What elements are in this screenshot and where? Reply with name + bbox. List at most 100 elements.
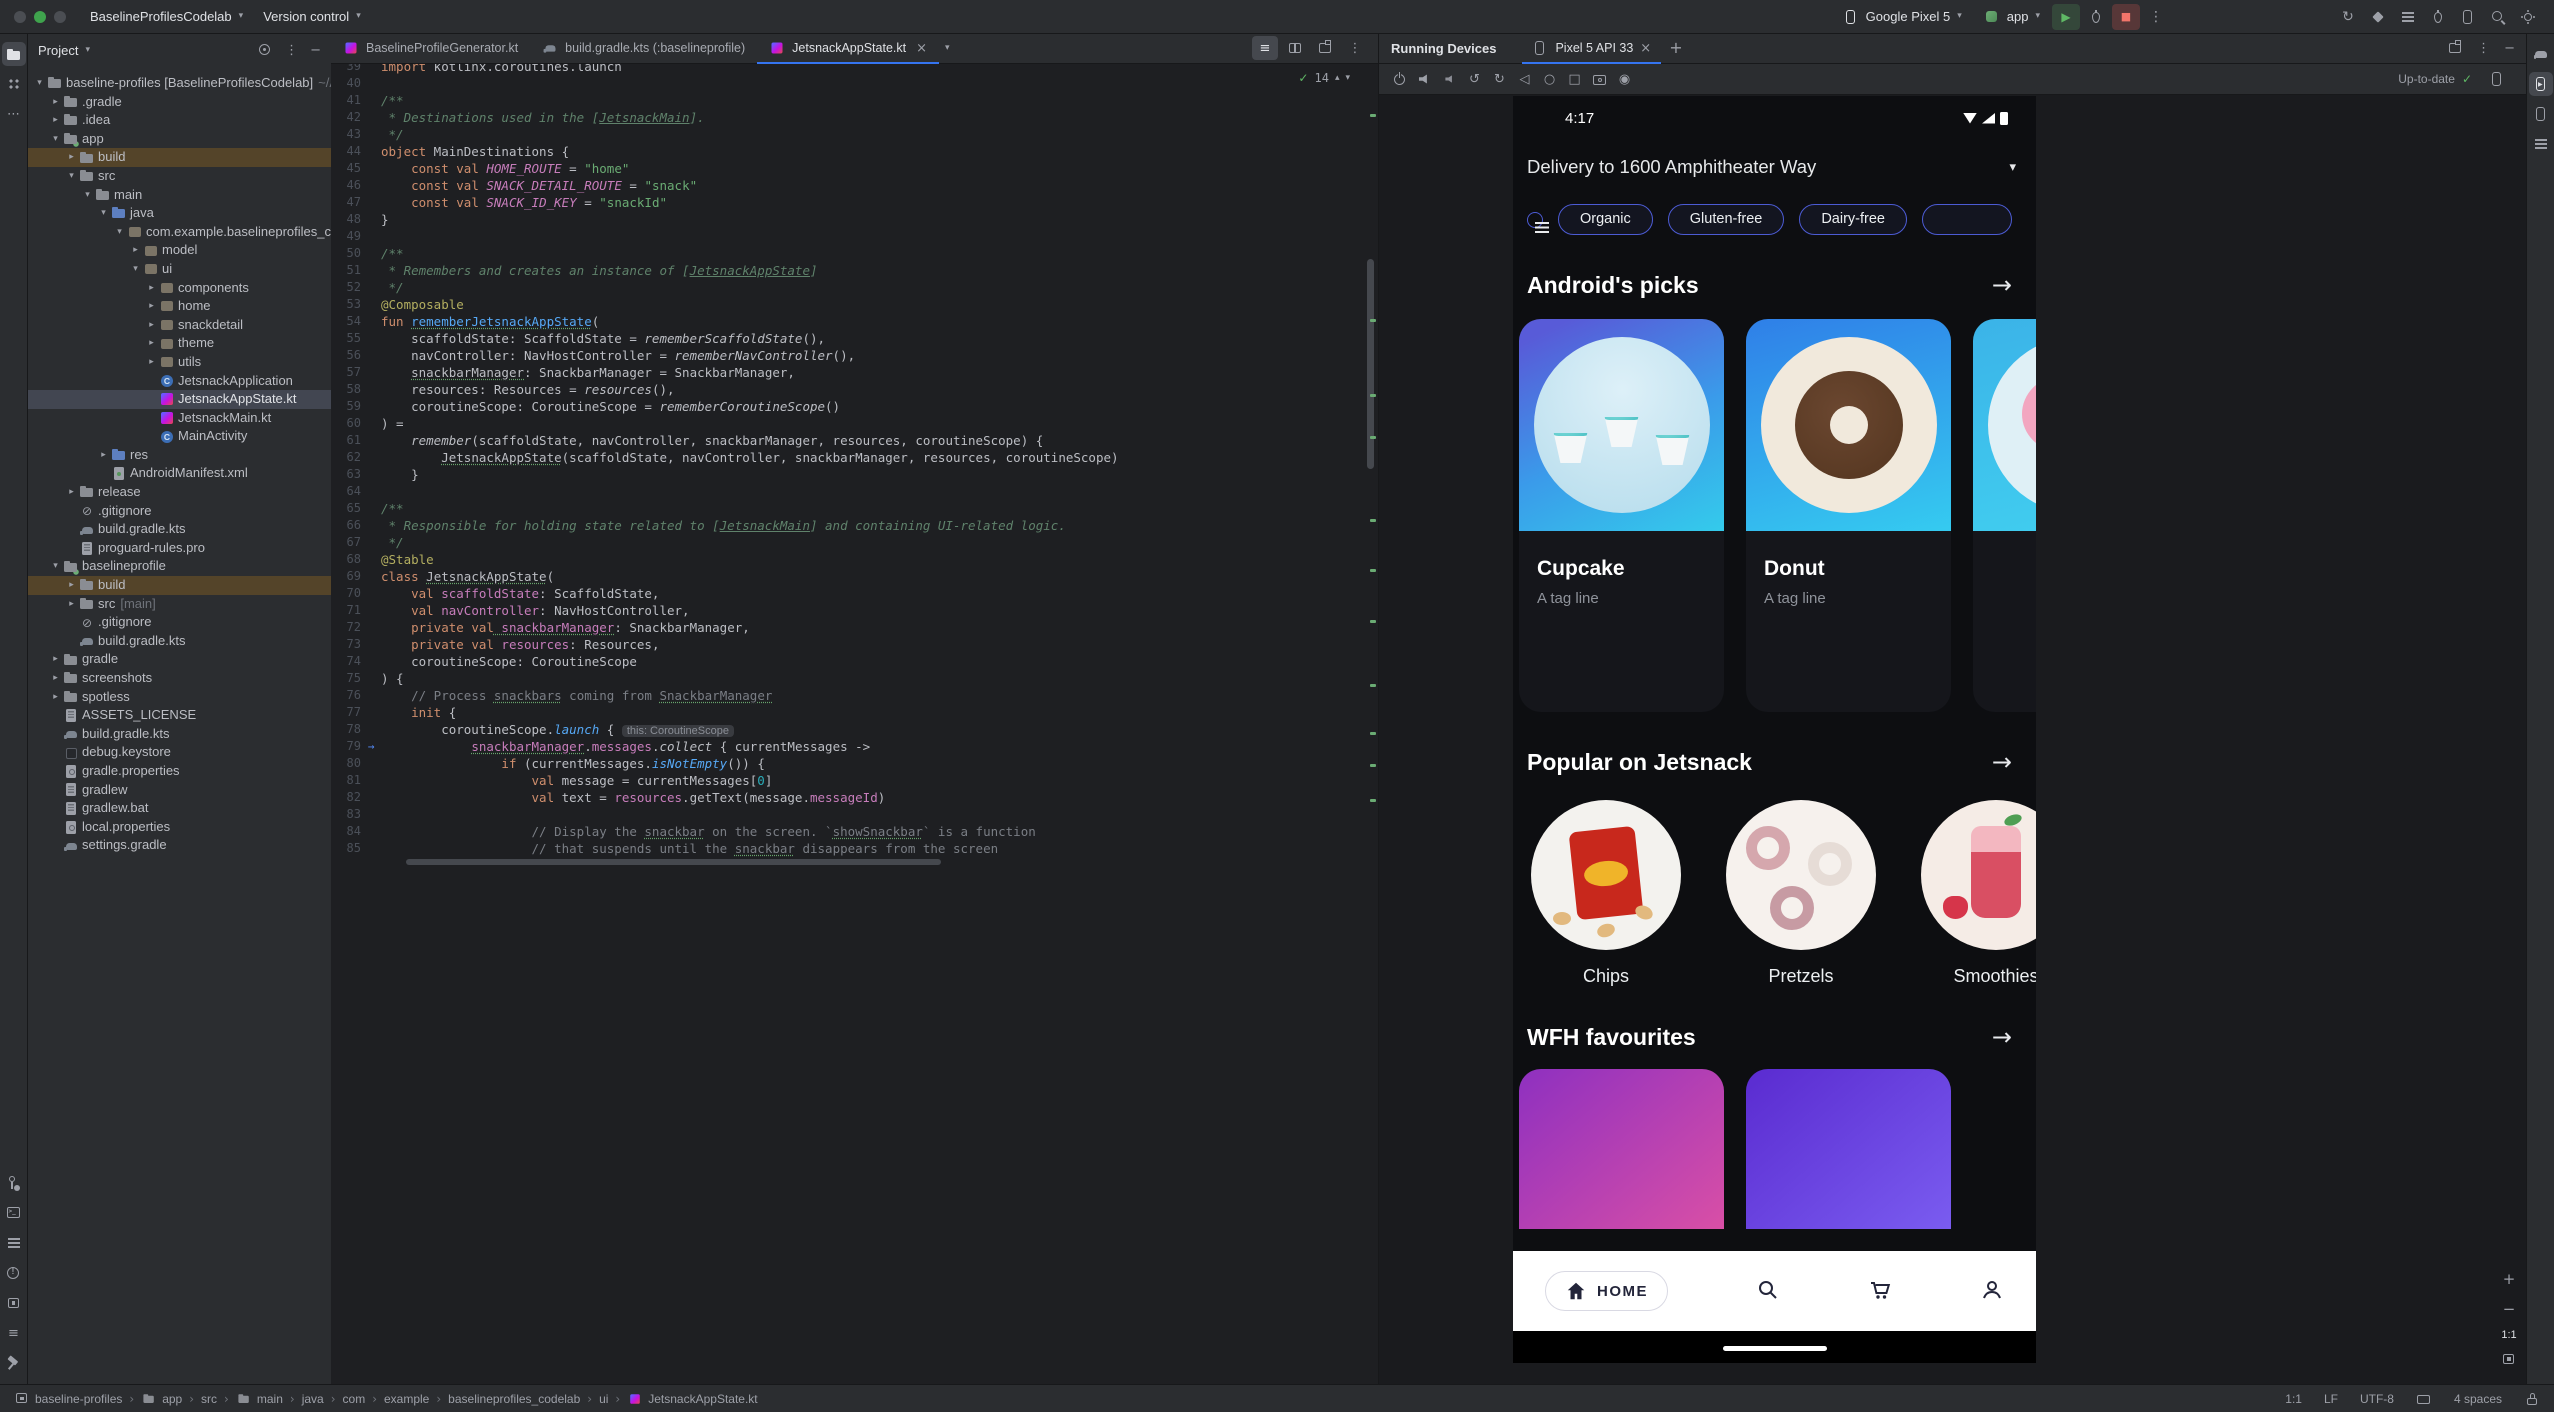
run-button[interactable]: ▶ — [2052, 3, 2080, 30]
tree-item[interactable]: build.gradle.kts — [28, 520, 331, 539]
tree-item[interactable]: ▾ baseline-profiles [BaselineProfilesCode… — [28, 74, 331, 93]
filter-chip[interactable]: Organic — [1558, 204, 1653, 235]
code-line[interactable]: 74 coroutineScope: CoroutineScope — [331, 653, 1364, 670]
hidden-tabs-icon[interactable]: ▾ — [945, 43, 950, 53]
gesture-bar[interactable] — [1513, 1331, 2036, 1363]
tree-item[interactable]: debug.keystore — [28, 743, 331, 762]
stop-button[interactable]: ■ — [2112, 3, 2140, 30]
arrow-right-icon[interactable]: → — [1992, 273, 2012, 297]
chevron-down-icon[interactable]: ▾ — [64, 167, 79, 186]
breadcrumb-item[interactable]: ui — [599, 1392, 608, 1406]
tree-item[interactable]: gradle.properties — [28, 762, 331, 781]
tree-item[interactable]: build.gradle.kts — [28, 725, 331, 744]
chevron-right-icon[interactable]: ▸ — [128, 241, 143, 260]
zoom-fit-button[interactable] — [2501, 1351, 2517, 1367]
keyboard-icon[interactable] — [2416, 1391, 2432, 1407]
tool-strip-button[interactable] — [2, 1231, 26, 1255]
tree-item[interactable]: gradlew — [28, 781, 331, 800]
emulator-toolbar-button[interactable]: ○ — [1537, 68, 1562, 91]
code-editor[interactable]: 39 import kotlinx.coroutines.launch 40 41 /*… — [331, 64, 1378, 1384]
code-line[interactable]: 39 import kotlinx.coroutines.launch — [331, 64, 1364, 75]
code-line[interactable]: 50 /** — [331, 245, 1364, 262]
add-device-icon[interactable]: + — [1669, 40, 1682, 56]
tree-item[interactable]: ▸ components — [28, 279, 331, 298]
next-problem-icon[interactable]: ▾ — [1345, 73, 1350, 83]
tree-item[interactable]: ▸ model — [28, 241, 331, 260]
tree-item[interactable]: ▸ release — [28, 483, 331, 502]
emulator-toolbar-button[interactable]: ◁ — [1512, 68, 1537, 91]
tool-strip-button[interactable] — [2, 72, 26, 96]
popular-item[interactable]: Chips — [1531, 800, 1681, 987]
tree-item[interactable]: ▸ build — [28, 148, 331, 167]
tree-item[interactable]: proguard-rules.pro — [28, 539, 331, 558]
tool-strip-button[interactable] — [2529, 102, 2553, 126]
code-line[interactable]: 67 */ — [331, 534, 1364, 551]
tree-item[interactable]: gradlew.bat — [28, 799, 331, 818]
tree-item[interactable]: ASSETS_LICENSE — [28, 706, 331, 725]
tree-item[interactable]: ▸ screenshots — [28, 669, 331, 688]
editor-bar-button[interactable] — [1312, 36, 1338, 60]
vcs-widget[interactable]: Version control ▾ — [253, 5, 371, 29]
chevron-right-icon[interactable]: ▸ — [144, 353, 159, 372]
code-line[interactable]: 52 */ — [331, 279, 1364, 296]
tool-strip-button[interactable] — [1, 42, 26, 66]
code-line[interactable]: 45 const val HOME_ROUTE = "home" — [331, 160, 1364, 177]
editor-tab[interactable]: build.gradle.kts (:baselineprofile) — [530, 33, 757, 63]
prev-problem-icon[interactable]: ▴ — [1335, 73, 1340, 83]
breadcrumb-item[interactable]: com — [343, 1392, 366, 1406]
code-line[interactable]: 54 fun rememberJetsnackAppState( — [331, 313, 1364, 330]
nav-home-item[interactable]: HOME — [1545, 1271, 1668, 1311]
tree-item[interactable]: ▸ src [main] — [28, 595, 331, 614]
close-icon[interactable]: × — [916, 42, 927, 55]
code-line[interactable]: 70 val scaffoldState: ScaffoldState, — [331, 585, 1364, 602]
toolbar-button[interactable] — [2454, 4, 2482, 30]
code-line[interactable]: 48} — [331, 211, 1364, 228]
code-line[interactable]: 53 @Composable — [331, 296, 1364, 313]
arrow-right-icon[interactable]: → — [1992, 1025, 2012, 1049]
snack-card[interactable]: Donut A tag line — [1746, 319, 1951, 712]
tree-item[interactable]: ▸ utils — [28, 353, 331, 372]
encoding-widget[interactable]: UTF-8 — [2360, 1392, 2394, 1406]
emulator-toolbar-button[interactable] — [1587, 68, 1612, 91]
code-line[interactable]: 43 */ — [331, 126, 1364, 143]
code-line[interactable]: 77 init { — [331, 704, 1364, 721]
code-line[interactable]: 71 val navController: NavHostController, — [331, 602, 1364, 619]
code-line[interactable]: 60) = — [331, 415, 1364, 432]
tree-item[interactable]: .gitignore — [28, 502, 331, 521]
horizontal-scrollbar[interactable] — [406, 859, 941, 865]
filter-chip[interactable]: Dairy-free — [1799, 204, 1907, 235]
toolbar-button[interactable] — [2484, 4, 2512, 30]
code-line[interactable]: 84 // Display the snackbar on the screen… — [331, 823, 1364, 840]
tree-item[interactable]: JetsnackApplication — [28, 372, 331, 391]
code-line[interactable]: 44 object MainDestinations { — [331, 143, 1364, 160]
chevron-right-icon[interactable]: ▸ — [48, 688, 63, 707]
breadcrumb-item[interactable]: java — [302, 1392, 324, 1406]
code-line[interactable]: 76 // Process snackbars coming from Snac… — [331, 687, 1364, 704]
filter-chip[interactable] — [1921, 204, 2012, 235]
locate-file-icon[interactable] — [257, 42, 273, 58]
code-line[interactable]: 41 /** — [331, 92, 1364, 109]
chevron-down-icon[interactable]: ▾ — [48, 557, 63, 576]
chevron-right-icon[interactable]: ▸ — [64, 483, 79, 502]
tree-item[interactable]: .gitignore — [28, 613, 331, 632]
emulator-toolbar-button[interactable]: □ — [1562, 68, 1587, 91]
emulator-toolbar-button[interactable]: ↺ — [1462, 68, 1487, 91]
chevron-down-icon[interactable]: ▾ — [96, 204, 111, 223]
code-line[interactable]: 75) { — [331, 670, 1364, 687]
breadcrumb-item[interactable]: baselineprofiles_codelab — [448, 1392, 580, 1406]
chevron-right-icon[interactable]: ▸ — [48, 93, 63, 112]
code-line[interactable]: 55 scaffoldState: ScaffoldState = rememb… — [331, 330, 1364, 347]
chevron-right-icon[interactable]: ▸ — [144, 334, 159, 353]
inspection-widget[interactable]: ✓ 14 ▴ ▾ — [1298, 71, 1350, 85]
code-line[interactable]: 63 } — [331, 466, 1364, 483]
toolbar-button[interactable] — [2334, 4, 2362, 30]
zoom-out-button[interactable]: − — [2498, 1299, 2520, 1319]
code-line[interactable]: 40 — [331, 75, 1364, 92]
caret-position-widget[interactable]: 1:1 — [2285, 1392, 2302, 1406]
code-line[interactable]: 46 const val SNACK_DETAIL_ROUTE = "snack… — [331, 177, 1364, 194]
chevron-down-icon[interactable]: ▾ — [80, 186, 95, 205]
more-actions-button[interactable]: ⋮ — [2142, 4, 2170, 30]
delivery-selector[interactable]: Delivery to 1600 Amphitheater Way ▾ — [1513, 154, 2036, 180]
close-icon[interactable]: × — [1640, 42, 1651, 55]
code-line[interactable]: 42 * Destinations used in the [JetsnackM… — [331, 109, 1364, 126]
